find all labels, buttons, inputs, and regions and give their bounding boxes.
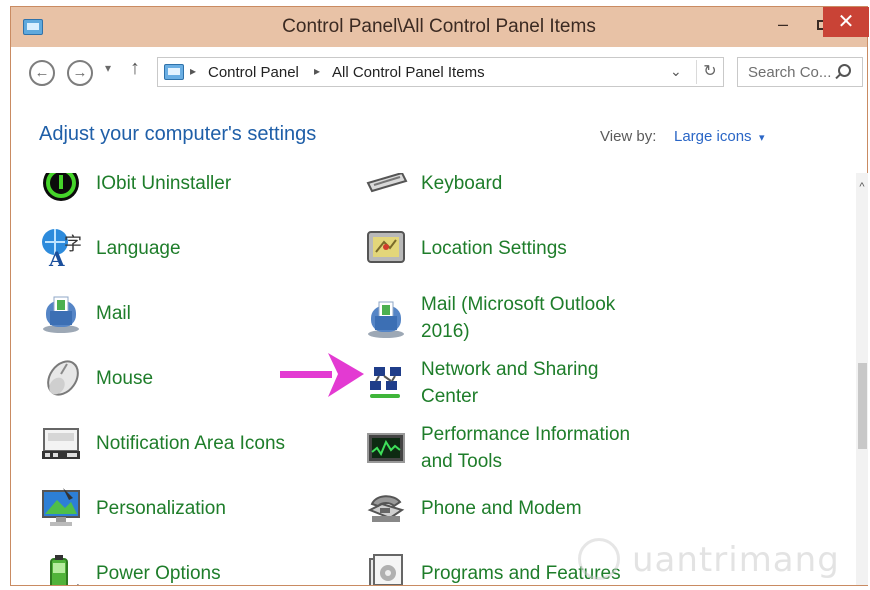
item-mail[interactable]: Mail [39,291,131,335]
control-panel-icon [164,64,184,80]
item-phone-and-modem[interactable]: Phone and Modem [364,486,582,530]
phone-icon [364,486,408,530]
mail-icon [39,291,83,335]
item-label: Mouse [96,367,154,389]
breadcrumb-separator-icon[interactable]: ▸ [314,64,320,78]
item-label: Notification Area Icons [96,432,286,454]
item-power-options[interactable]: Power Options [39,551,221,585]
breadcrumb-all-items[interactable]: All Control Panel Items [332,64,485,81]
window-title: Control Panel\All Control Panel Items [282,16,596,37]
breadcrumb-separator-icon[interactable]: ▸ [190,64,196,78]
item-label: Network and Sharing Center [421,359,599,407]
page-heading: Adjust your computer's settings [39,123,317,145]
item-mouse[interactable]: Mouse [39,356,153,400]
iobit-icon [39,173,83,205]
svg-text:字: 字 [64,234,82,255]
view-by-caret-icon[interactable]: ▾ [759,131,765,144]
item-label: Mail [96,302,131,324]
notification-icon [39,421,83,465]
search-input[interactable]: Search Co... [748,64,831,81]
performance-icon [364,426,408,470]
watermark: uantrimang [574,536,866,584]
address-bar[interactable]: ▸ Control Panel ▸ All Control Panel Item… [157,57,724,87]
back-button[interactable]: ← [29,60,55,86]
forward-button[interactable]: → [67,60,93,86]
item-label: Keyboard [421,173,503,194]
svg-text:A: A [48,247,65,270]
language-icon: A字 [39,226,83,271]
power-icon [39,551,83,585]
item-personalization[interactable]: Personalization [39,486,226,530]
item-label: Performance Information and Tools [421,424,631,472]
vertical-scrollbar[interactable]: ^ [856,173,868,585]
item-label: Location Settings [421,237,567,259]
scroll-thumb[interactable] [858,363,867,449]
item-iobit-uninstaller[interactable]: IObit Uninstaller [39,173,231,205]
item-label: Power Options [96,562,221,584]
address-dropdown-button[interactable]: ⌄ [670,63,682,80]
watermark-text: uantrimang [632,540,840,580]
refresh-button[interactable]: ↻ [696,60,723,84]
item-notification-area-icons[interactable]: Notification Area Icons [39,421,285,465]
programs-icon [364,551,408,585]
item-label: Mail (Microsoft Outlook 2016) [421,294,616,342]
breadcrumb-control-panel[interactable]: Control Panel [208,64,299,81]
location-icon [364,226,408,270]
minimize-button[interactable]: – [763,11,803,39]
control-panel-items: IObit Uninstaller A字 Language Mail Mouse [11,173,856,585]
keyboard-icon [364,173,408,205]
up-button[interactable]: ↑ [130,57,140,80]
item-mail-outlook[interactable]: Mail (Microsoft Outlook 2016) [364,291,615,345]
view-by-label: View by: [600,128,657,145]
item-label: Language [96,237,181,259]
control-panel-window: Control Panel\All Control Panel Items – … [10,6,869,586]
annotation-arrow-icon [280,353,364,397]
item-label: IObit Uninstaller [96,173,232,194]
close-button[interactable]: ✕ [823,7,869,37]
mail-outlook-icon [364,296,408,340]
network-icon [364,361,408,405]
title-bar[interactable]: Control Panel\All Control Panel Items – … [11,7,869,47]
item-location-settings[interactable]: Location Settings [364,226,567,270]
watermark-logo-icon [578,538,620,580]
navigation-toolbar: ← → ▾ ↑ ▸ Control Panel ▸ All Control Pa… [11,47,867,95]
view-by-dropdown[interactable]: Large icons [674,128,752,145]
item-network-and-sharing-center[interactable]: Network and Sharing Center [364,356,598,410]
mouse-icon [39,356,83,400]
item-label: Personalization [96,497,226,519]
item-label: Phone and Modem [421,497,582,519]
search-icon[interactable] [838,64,851,77]
item-language[interactable]: A字 Language [39,226,181,271]
scroll-up-button[interactable]: ^ [856,181,868,193]
item-performance-information[interactable]: Performance Information and Tools [364,421,630,475]
recent-locations-button[interactable]: ▾ [105,61,111,75]
item-keyboard[interactable]: Keyboard [364,173,502,205]
personalization-icon [39,486,83,530]
search-box[interactable]: Search Co... [737,57,863,87]
